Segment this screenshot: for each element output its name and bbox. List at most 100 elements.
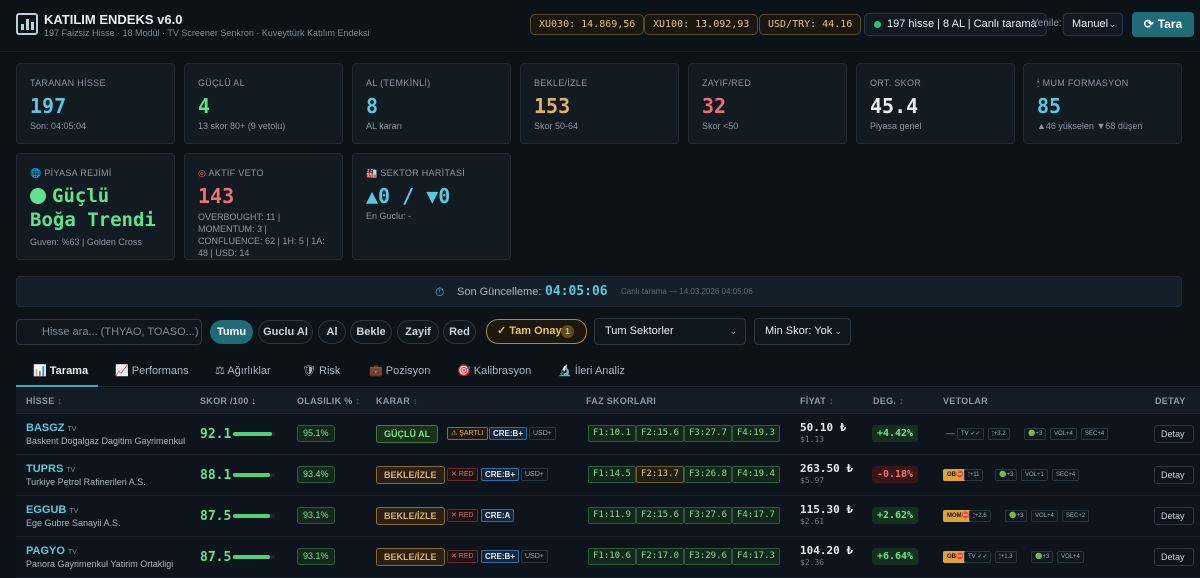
xu100-ticker: XU100: 13.092,93 — [644, 14, 759, 35]
col-karar[interactable]: KARAR ↕ — [376, 388, 418, 414]
phase-score: F1:10.1 — [588, 425, 636, 442]
veto-badge: 🕯+3.2 — [988, 428, 1010, 440]
chevron-down-icon: ⌄ — [834, 326, 842, 336]
col-vetolar: VETOLAR — [943, 396, 988, 406]
sort-icon: ↕ — [355, 396, 361, 406]
veto-badge: TV ✓✓ — [964, 551, 992, 563]
stat-label: TARANAN HİSSE — [30, 78, 106, 88]
filter-red[interactable]: Red — [443, 320, 476, 344]
stat-sub: ▲46 yükselen ▼68 düşen — [1037, 121, 1143, 131]
refresh-mode-value: Manuel — [1072, 18, 1109, 30]
tab-label: Pozisyon — [385, 365, 431, 377]
tab-ileri-analiz[interactable]: 🔬 İleri Analiz — [558, 360, 625, 387]
tab-kalibrasyon[interactable]: 🎯 Kalibrasyon — [457, 360, 531, 387]
search-input[interactable]: Hisse ara... (THYAO, TOASO...) — [16, 319, 202, 345]
detail-button[interactable]: Detay — [1154, 466, 1194, 484]
change-badge: +2.62% — [872, 507, 918, 524]
stat-value: 8 — [366, 94, 379, 118]
stat-sub: Piyasa genel — [870, 121, 922, 131]
row-ticker[interactable]: PAGYO TV — [26, 545, 77, 557]
col-hisse[interactable]: HİSSE ↕ — [26, 388, 62, 414]
tab-risk[interactable]: 🛡 Risk — [302, 360, 340, 387]
phase-score: F4:17.7 — [732, 507, 780, 524]
row-tag: CRE:B+ — [481, 550, 520, 563]
microscope-icon: 🔬 — [558, 365, 575, 377]
stat-card: AL (TEMKİNLİ) 8 AL kararı — [352, 63, 511, 144]
row-ticker[interactable]: BASGZ TV — [26, 422, 76, 434]
ticker-text: BASGZ — [26, 422, 65, 434]
refresh-mode-select[interactable]: Manuel ⌄ — [1063, 13, 1123, 36]
row-ticker[interactable]: EGGUB TV — [26, 504, 78, 516]
col-detay: DETAY — [1155, 396, 1186, 406]
row-ticker[interactable]: TUPRS TV — [26, 463, 75, 475]
filter-tumu[interactable]: Tumu — [210, 320, 253, 344]
company-name: Ege Gubre Sanayii A.S. — [26, 518, 121, 528]
stat-label: BEKLE/İZLE — [534, 78, 588, 88]
stat-sub: AL kararı — [366, 121, 403, 131]
table-row[interactable]: BASGZ TV Baskent Dogalgaz Dagitim Gayrime… — [16, 414, 1200, 455]
company-name: Panora Gayrimenkul Yatirim Ortakligi — [26, 559, 174, 569]
phase-score: F3:29.6 — [684, 548, 732, 565]
filter-bekle[interactable]: Bekle — [350, 320, 392, 344]
ticker-text: PAGYO — [26, 545, 65, 557]
decision-badge: BEKLE/İZLE — [376, 466, 445, 484]
col-fiyat[interactable]: FİYAT ↕ — [800, 388, 834, 414]
table-row[interactable]: EGGUB TV Ege Gubre Sanayii A.S. 87.5 93.1… — [16, 496, 1200, 537]
header: KATILIM ENDEKS v6.0 197 Faizsiz Hisse · … — [0, 0, 1200, 52]
tab-tarama[interactable]: 📊 Tarama — [16, 360, 98, 387]
col-label: DEG. — [873, 396, 897, 406]
target-icon: 🎯 — [457, 365, 474, 377]
update-bar: ⏱ Son Güncelleme: 04:05:06 Canlı tarama … — [16, 276, 1182, 307]
refresh-icon: ⟳ — [1143, 17, 1154, 31]
veto-value: 143 — [198, 184, 235, 208]
score-value: 87.5 — [200, 509, 232, 524]
col-skor[interactable]: SKOR /100 ↓ — [200, 388, 256, 414]
shield-icon: 🛡 — [302, 365, 320, 377]
phase-score: F2:15.6 — [636, 507, 684, 524]
phase-score: F1:10.6 — [588, 548, 636, 565]
full-confirm-count: 1 — [561, 325, 574, 338]
veto-badge: VOL+4 — [1031, 510, 1058, 522]
regime-line2: Boğa Trendi — [30, 209, 156, 231]
scan-button[interactable]: ⟳ Tara — [1132, 12, 1194, 37]
veto-badge: TV ✓✓ — [957, 428, 985, 440]
col-olasilik[interactable]: OLASILIK % ↕ — [297, 388, 360, 414]
regime-value: Güçlü Boğa Trendi — [30, 184, 156, 232]
stat-value: 4 — [198, 94, 211, 118]
score-bar-fill — [233, 514, 270, 518]
chevron-down-icon: ⌄ — [1108, 19, 1116, 29]
full-confirm-toggle[interactable]: ✓ Tam Onay 1 — [486, 319, 587, 344]
tab-agirliklar[interactable]: ⚖ Ağırlıklar — [215, 360, 271, 387]
stat-value: 32 — [702, 94, 727, 118]
sector-select[interactable]: Tum Sektorler ⌄ — [594, 318, 746, 345]
veto-badge: VOL+1 — [1021, 469, 1048, 481]
tab-pozisyon[interactable]: 💼 Pozisyon — [369, 360, 430, 387]
detail-button[interactable]: Detay — [1154, 425, 1194, 443]
filter-al[interactable]: Al — [318, 320, 346, 344]
row-tag: ✕ RED — [447, 509, 478, 522]
stat-card: TARANAN HİSSE 197 Son: 04:05:04 — [16, 63, 175, 144]
sector-select-value: Tum Sektorler — [605, 325, 674, 337]
col-deg[interactable]: DEG. ↕ — [873, 388, 904, 414]
min-score-select[interactable]: Min Skor: Yok ⌄ — [754, 318, 851, 345]
phase-score: F3:26.8 — [684, 466, 732, 483]
stat-card: 🕯 MUM FORMASYON 85 ▲46 yükselen ▼68 düşe… — [1023, 63, 1182, 144]
price-value: 263.50 ₺ — [800, 462, 853, 475]
min-score-value: Min Skor: Yok — [765, 325, 833, 337]
detail-button[interactable]: Detay — [1154, 507, 1194, 525]
table-row[interactable]: PAGYO TV Panora Gayrimenkul Yatirim Ortak… — [16, 537, 1200, 578]
update-time: 04:05:06 — [545, 284, 608, 299]
filter-guclu-al[interactable]: Guclu Al — [258, 320, 313, 344]
tab-label: Performans — [131, 365, 189, 377]
tab-label: Tarama — [49, 365, 89, 377]
probability-badge: 93.1% — [297, 507, 335, 524]
detail-button[interactable]: Detay — [1154, 548, 1194, 566]
veto-badge: VOL+4 — [1050, 428, 1077, 440]
phase-score: F4:17.3 — [732, 548, 780, 565]
table-row[interactable]: TUPRS TV Turkiye Petrol Rafinerileri A.S.… — [16, 455, 1200, 496]
tab-label: İleri Analiz — [574, 365, 625, 377]
filter-zayif[interactable]: Zayif — [397, 320, 439, 344]
tab-performans[interactable]: 📈 Performans — [115, 360, 189, 387]
score-bar-fill — [233, 432, 272, 436]
sort-icon: ↕ — [57, 396, 63, 406]
